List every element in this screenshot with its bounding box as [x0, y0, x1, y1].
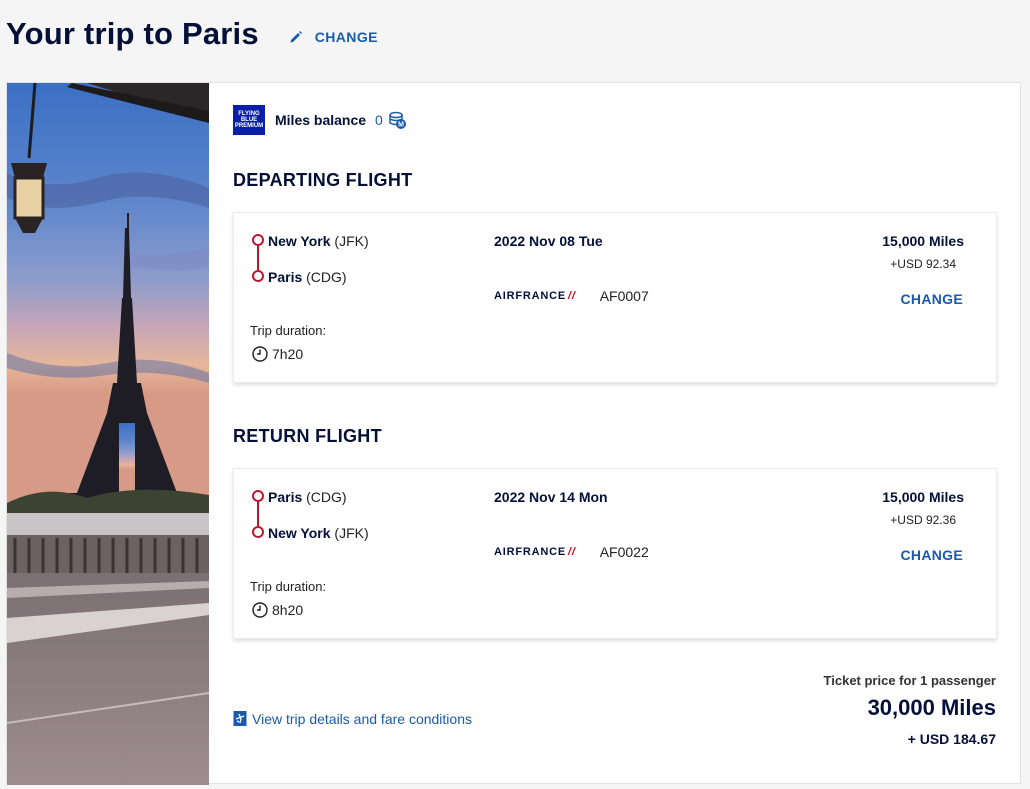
clock-icon [252, 346, 268, 362]
return-airline: AIRFRANCE// AF0022 [494, 544, 649, 560]
svg-text:M: M [398, 122, 404, 129]
route-line-icon [252, 234, 264, 282]
clock-icon [252, 602, 268, 618]
flying-blue-logo: FLYING BLUE PREMIUM [233, 105, 265, 135]
airfrance-logo: AIRFRANCE// [494, 290, 576, 302]
departing-date: 2022 Nov 08 Tue [494, 233, 603, 249]
change-trip-button[interactable]: CHANGE [289, 29, 378, 45]
departing-flight-card: New York (JFK) Paris (CDG) Trip duration… [233, 212, 997, 383]
departing-origin: New York (JFK) [268, 233, 369, 249]
return-usd: +USD 92.36 [890, 513, 956, 527]
departing-flight-number: AF0007 [599, 288, 649, 304]
return-duration: 8h20 [252, 602, 303, 618]
trip-details-label: View trip details and fare conditions [252, 710, 472, 727]
return-duration-label: Trip duration: [250, 579, 327, 594]
departing-miles: 15,000 Miles [882, 233, 964, 249]
pencil-icon [290, 31, 302, 43]
return-miles: 15,000 Miles [882, 489, 964, 505]
plane-document-icon [233, 711, 247, 726]
route-line-icon [252, 490, 264, 538]
change-return-button[interactable]: CHANGE [901, 547, 963, 563]
total-miles: 30,000 Miles [867, 695, 996, 720]
page-title: Your trip to Paris [6, 16, 259, 51]
return-destination: New York (JFK) [268, 525, 369, 541]
miles-coin-icon: M [389, 111, 406, 129]
departing-usd: +USD 92.34 [890, 257, 956, 271]
miles-balance-label: Miles balance [275, 112, 367, 128]
return-date: 2022 Nov 14 Mon [494, 489, 608, 505]
ticket-price-label: Ticket price for 1 passenger [823, 673, 996, 688]
departing-airline: AIRFRANCE// AF0007 [494, 288, 649, 304]
page-header: Your trip to Paris CHANGE [6, 12, 378, 56]
miles-balance-value: 0 [375, 112, 383, 128]
trip-summary-card: FLYING BLUE PREMIUM Miles balance 0 M DE… [6, 82, 1021, 785]
airfrance-logo: AIRFRANCE// [494, 546, 576, 558]
return-flight-card: Paris (CDG) New York (JFK) Trip duration… [233, 468, 997, 639]
paris-photo [7, 83, 209, 785]
total-usd: + USD 184.67 [907, 731, 996, 747]
departing-duration: 7h20 [252, 346, 303, 362]
return-origin: Paris (CDG) [268, 489, 347, 505]
trip-content: FLYING BLUE PREMIUM Miles balance 0 M DE… [233, 83, 1020, 783]
trip-details-link[interactable]: View trip details and fare conditions [233, 710, 472, 727]
departing-section-title: DEPARTING FLIGHT [233, 170, 413, 190]
departing-duration-label: Trip duration: [250, 323, 327, 338]
change-departing-button[interactable]: CHANGE [901, 291, 963, 307]
departing-destination: Paris (CDG) [268, 269, 347, 285]
change-trip-label: CHANGE [314, 29, 378, 45]
return-section-title: RETURN FLIGHT [233, 426, 382, 446]
return-flight-number: AF0022 [599, 544, 649, 560]
miles-balance: FLYING BLUE PREMIUM Miles balance 0 M [233, 105, 407, 135]
